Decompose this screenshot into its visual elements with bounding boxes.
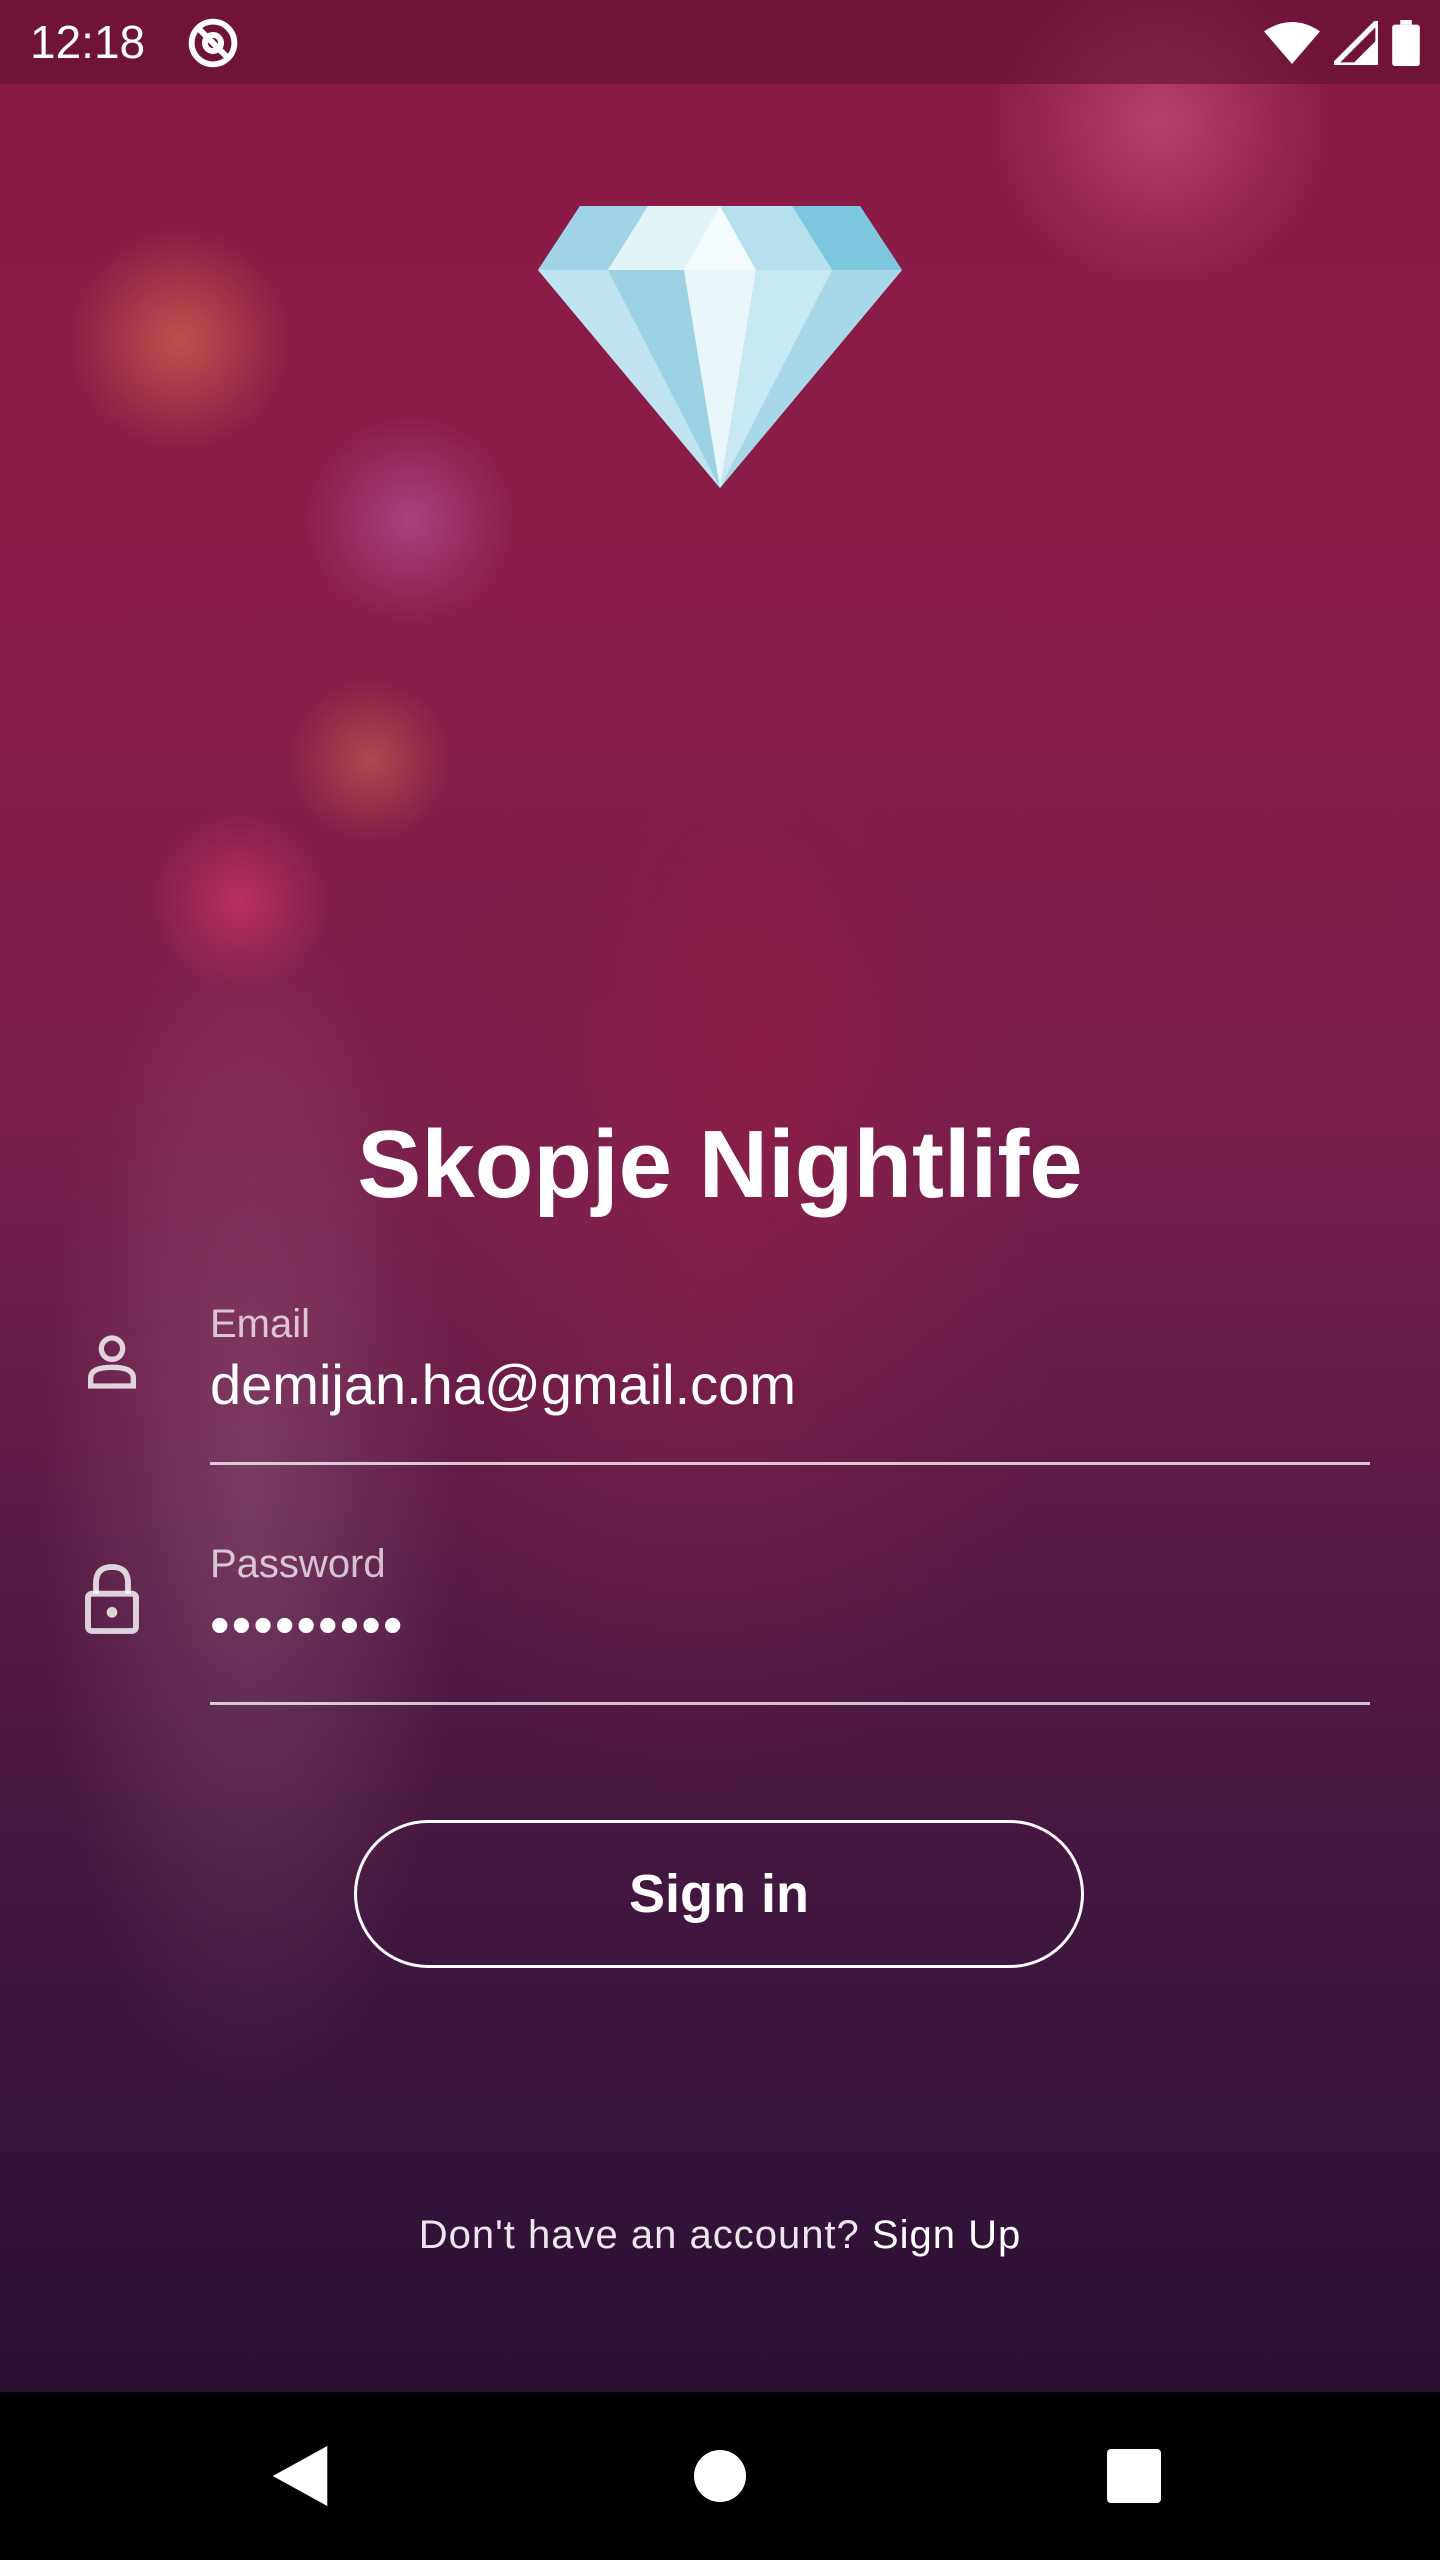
email-field[interactable] <box>210 1350 1370 1420</box>
login-screen: 12:18 Skopje Nightlife Email demijan.ha@… <box>0 0 1440 2560</box>
status-time: 12:18 <box>30 16 146 68</box>
signup-prompt: Don't have an account? <box>418 2213 860 2257</box>
battery-icon <box>1392 20 1420 66</box>
at-sign-icon <box>188 18 238 68</box>
lock-icon <box>85 1564 139 1634</box>
wifi-icon <box>1264 22 1320 64</box>
password-field-group: Password <box>0 1540 1440 1710</box>
home-button[interactable] <box>620 2392 820 2560</box>
sign-up-link[interactable]: Sign Up <box>872 2213 1021 2257</box>
email-label: Email <box>210 1302 311 1346</box>
home-circle-icon <box>694 2450 746 2502</box>
status-icons <box>1264 16 1420 70</box>
recents-square-icon <box>1107 2449 1161 2503</box>
back-triangle-icon <box>272 2446 328 2506</box>
email-underline <box>210 1462 1370 1465</box>
sign-in-button[interactable]: Sign in <box>354 1820 1084 1968</box>
status-bar: 12:18 <box>0 0 1440 84</box>
navigation-bar <box>0 2392 1440 2560</box>
sign-in-label: Sign in <box>629 1864 809 1924</box>
password-field[interactable] <box>210 1590 1370 1660</box>
diamond-icon <box>538 206 902 488</box>
password-underline <box>210 1702 1370 1705</box>
signup-row: Don't have an account? Sign Up <box>0 2210 1440 2260</box>
email-field-group: Email <box>0 1300 1440 1470</box>
password-label: Password <box>210 1542 386 1586</box>
person-icon <box>88 1335 136 1389</box>
recents-button[interactable] <box>1034 2392 1234 2560</box>
signal-icon <box>1334 21 1378 65</box>
app-title: Skopje Nightlife <box>357 1111 1083 1218</box>
back-button[interactable] <box>200 2392 400 2560</box>
